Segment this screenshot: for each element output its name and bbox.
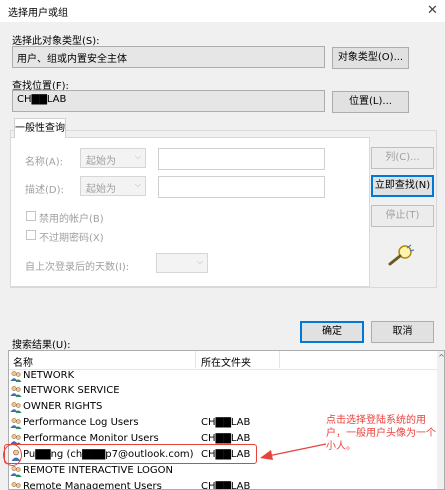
days-since-logon-label: 自上次登录后的天数(I): — [25, 262, 130, 273]
window-title: 选择用户或组 — [8, 8, 68, 19]
object-type-field: 用户、组或内置安全主体 — [12, 46, 325, 68]
non-expiring-password-checkbox[interactable] — [26, 230, 36, 240]
description-mode-value: 起始为 — [86, 184, 116, 195]
column-divider — [195, 351, 196, 368]
name-input[interactable] — [158, 148, 325, 170]
row-name: NETWORK — [23, 370, 75, 381]
find-now-button[interactable]: 立即查找(N) — [371, 175, 434, 197]
name-label: 名称(A): — [25, 157, 64, 168]
results-header: 名称 所在文件夹 — [9, 351, 444, 370]
row-name: Performance Monitor Users — [23, 433, 159, 444]
table-row[interactable]: OWNER RIGHTS — [9, 400, 429, 415]
description-label: 描述(D): — [25, 185, 64, 196]
title-bar: 选择用户或组 ✕ — [0, 0, 445, 22]
object-types-button[interactable]: 对象类型(O)... — [332, 47, 409, 69]
annotation-text: 点击选择登陆系统的用户，一般用户头像为一个小人。 — [326, 415, 436, 452]
row-name: OWNER RIGHTS — [23, 401, 103, 412]
days-since-logon-select[interactable]: ⌵ — [156, 253, 208, 273]
row-name: NETWORK SERVICE — [23, 385, 120, 396]
annotation-highlight-box — [4, 444, 257, 464]
search-results-label: 搜索结果(U): — [12, 340, 71, 351]
non-expiring-password-label: 不过期密码(X) — [39, 233, 104, 244]
row-folder: CH▇▇LAB — [201, 481, 251, 490]
group-icon — [10, 418, 22, 429]
close-icon[interactable]: ✕ — [420, 0, 445, 22]
description-mode-select[interactable]: 起始为 ⌵ — [80, 176, 146, 196]
row-folder: CH▇▇LAB — [201, 417, 251, 428]
group-icon — [10, 402, 22, 413]
disabled-accounts-checkbox[interactable] — [26, 211, 36, 221]
disabled-accounts-label: 禁用的帐户(B) — [39, 214, 104, 225]
table-row[interactable]: NETWORK — [9, 369, 429, 384]
annotation-arrow-icon — [260, 443, 327, 460]
chevron-down-icon: ⌵ — [196, 257, 203, 266]
tab-common-queries[interactable]: 一般性查询 — [14, 118, 66, 138]
columns-button[interactable]: 列(C)... — [371, 147, 434, 169]
ok-button[interactable]: 确定 — [300, 321, 364, 343]
chevron-down-icon: ⌵ — [134, 152, 141, 161]
group-icon — [10, 466, 22, 477]
stop-button[interactable]: 停止(T) — [371, 205, 434, 227]
search-animation-icon — [388, 244, 415, 266]
location-field: CH▇▇LAB — [12, 90, 325, 112]
chevron-down-icon: ⌵ — [134, 180, 141, 189]
row-name: Remote Management Users — [23, 481, 162, 490]
locations-button[interactable]: 位置(L)... — [332, 91, 409, 113]
table-row[interactable]: Remote Management Users CH▇▇LAB — [9, 480, 429, 490]
column-header-name[interactable]: 名称 — [13, 354, 33, 369]
group-icon — [10, 386, 22, 397]
name-mode-select[interactable]: 起始为 ⌵ — [80, 148, 146, 168]
scroll-up-icon[interactable]: ^ — [437, 353, 444, 362]
description-input[interactable] — [158, 176, 325, 198]
background-window-fragment — [0, 100, 3, 110]
group-icon — [10, 371, 22, 382]
object-type-label: 选择此对象类型(S): — [12, 36, 100, 47]
table-row[interactable]: REMOTE INTERACTIVE LOGON — [9, 464, 429, 479]
column-divider — [279, 351, 280, 368]
name-mode-value: 起始为 — [86, 156, 116, 167]
column-header-folder[interactable]: 所在文件夹 — [201, 354, 251, 369]
row-folder: CH▇▇LAB — [201, 433, 251, 444]
row-name: REMOTE INTERACTIVE LOGON — [23, 465, 173, 476]
cancel-button[interactable]: 取消 — [371, 321, 434, 343]
table-row[interactable]: NETWORK SERVICE — [9, 384, 429, 399]
row-name: Performance Log Users — [23, 417, 139, 428]
background-window-fragment — [0, 172, 3, 182]
group-icon — [11, 482, 21, 488]
annotation-circle — [3, 444, 22, 466]
